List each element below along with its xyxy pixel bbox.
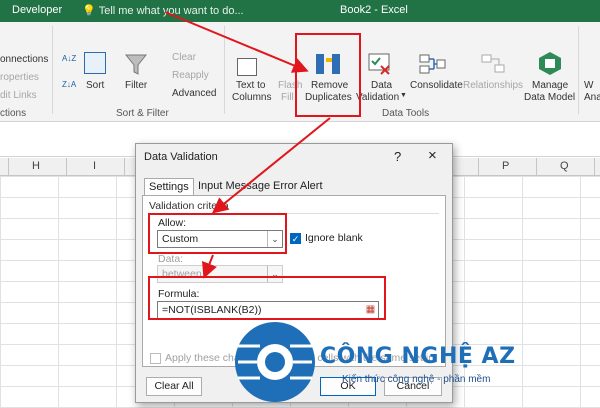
watermark-slogan: Kiến thức công nghệ - phần mềm [342, 374, 491, 385]
arrow-to-allow [211, 117, 331, 214]
watermark-logo-icon [235, 322, 315, 402]
arrow-to-formula [202, 254, 217, 279]
watermark-brand: CÔNG NGHỆ AZ [320, 344, 516, 369]
watermark: CÔNG NGHỆ AZ Kiến thức công nghệ - phần … [230, 316, 515, 408]
arrow-to-remove-duplicates [164, 11, 309, 73]
